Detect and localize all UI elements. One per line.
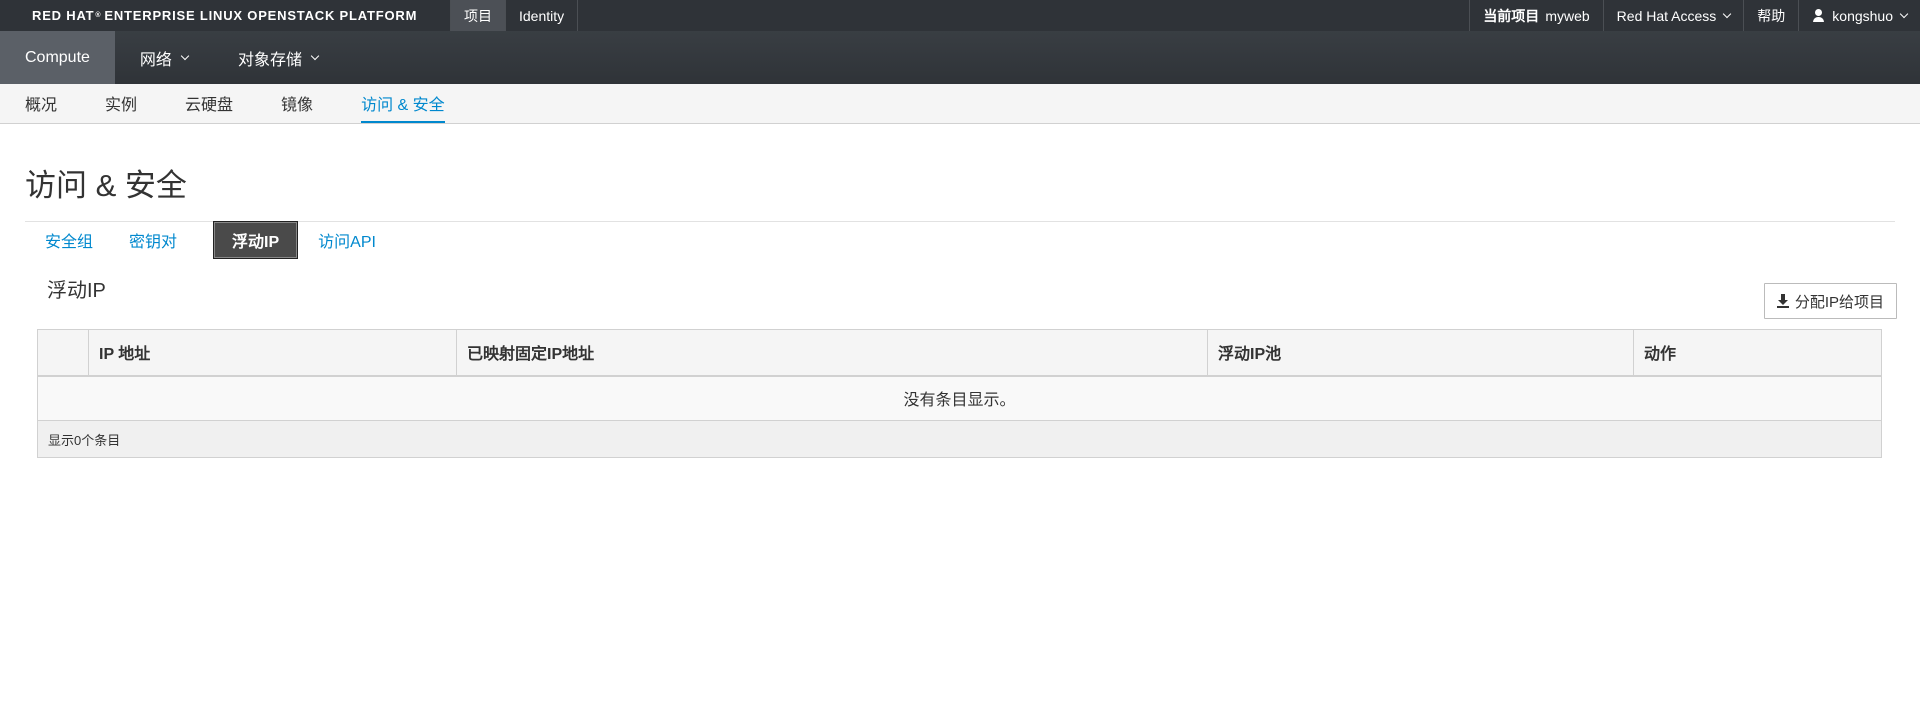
subnav-images-label: 镜像 <box>281 96 314 114</box>
nav-compute[interactable]: Compute <box>0 31 115 84</box>
subnav-instances-label: 实例 <box>105 96 138 114</box>
current-project-prefix: 当前项目 <box>1483 7 1540 24</box>
top-nav-project[interactable]: 项目 <box>450 0 505 31</box>
nav-object-store[interactable]: 对象存储 <box>213 31 343 84</box>
top-bar: RED HAT ® ENTERPRISE LINUX OPENSTACK PLAT… <box>0 0 1920 31</box>
brand-product: ENTERPRISE LINUX OPENSTACK PLATFORM <box>104 8 418 23</box>
allocate-ip-button[interactable]: 分配IP给项目 <box>1763 283 1897 319</box>
brand-logo[interactable]: RED HAT ® ENTERPRISE LINUX OPENSTACK PLAT… <box>0 0 450 31</box>
table-footer-row: 显示0个条目 <box>37 420 1882 458</box>
red-hat-access-dropdown[interactable]: Red Hat Access <box>1602 0 1744 31</box>
page-content: 访问 & 安全 安全组 密钥对 浮动IP 访问API 浮动IP 分配IP给项目 … <box>0 162 1920 458</box>
column-actions: 动作 <box>1633 329 1882 377</box>
chevron-down-icon <box>1899 9 1909 18</box>
section-title: 浮动IP <box>47 280 106 302</box>
nav-compute-label: Compute <box>25 48 90 66</box>
user-menu[interactable]: kongshuo <box>1798 0 1920 31</box>
nav-object-store-label: 对象存储 <box>237 51 302 69</box>
tab-key-pairs[interactable]: 密钥对 <box>129 228 193 252</box>
help-label: 帮助 <box>1757 7 1786 24</box>
user-name: kongshuo <box>1832 7 1893 24</box>
top-bar-spacer <box>578 0 1469 31</box>
nav-network-label: 网络 <box>139 51 172 69</box>
chevron-down-icon <box>310 51 320 60</box>
column-ip-address[interactable]: IP 地址 <box>88 329 457 377</box>
tab-security-groups[interactable]: 安全组 <box>45 228 109 252</box>
subnav-overview[interactable]: 概况 <box>25 84 57 123</box>
brand-registered-mark: ® <box>95 12 102 19</box>
chevron-down-icon <box>1723 9 1732 18</box>
floating-ip-header: 浮动IP 分配IP给项目 <box>47 266 1897 319</box>
top-nav: 项目 Identity <box>450 0 579 31</box>
table-header-row: IP 地址 已映射固定IP地址 浮动IP池 动作 <box>37 329 1882 377</box>
floating-ip-table: IP 地址 已映射固定IP地址 浮动IP池 动作 没有条目显示。 显示0个条目 <box>37 329 1882 458</box>
tab-floating-ips[interactable]: 浮动IP <box>213 221 299 259</box>
subnav-volumes[interactable]: 云硬盘 <box>185 84 233 123</box>
table-empty-row: 没有条目显示。 <box>37 375 1882 421</box>
empty-message: 没有条目显示。 <box>37 375 1882 421</box>
brand-name: RED HAT <box>32 8 95 23</box>
nav-network[interactable]: 网络 <box>115 31 213 84</box>
subnav-access-security-label: 访问 & 安全 <box>361 96 445 114</box>
table-item-count: 显示0个条目 <box>37 420 1882 458</box>
subnav-images[interactable]: 镜像 <box>281 84 313 123</box>
help-link[interactable]: 帮助 <box>1743 0 1798 31</box>
primary-nav: Compute 网络 对象存储 <box>0 31 1920 84</box>
download-icon <box>1776 294 1789 308</box>
top-nav-identity[interactable]: Identity <box>505 0 577 31</box>
top-nav-project-label: 项目 <box>464 7 492 24</box>
chevron-down-icon <box>180 51 190 60</box>
select-column-header[interactable] <box>37 329 89 377</box>
column-floating-ip-pool[interactable]: 浮动IP池 <box>1207 329 1634 377</box>
current-project-name: myweb <box>1545 7 1590 24</box>
top-nav-identity-label: Identity <box>519 7 565 24</box>
allocate-ip-button-label: 分配IP给项目 <box>1794 293 1884 311</box>
column-mapped-fixed-ip[interactable]: 已映射固定IP地址 <box>456 329 1208 377</box>
subnav-overview-label: 概况 <box>25 96 58 114</box>
content-tabs: 安全组 密钥对 浮动IP 访问API <box>45 221 1895 259</box>
current-project-dropdown[interactable]: 当前项目 myweb <box>1469 0 1602 31</box>
utility-nav: 当前项目 myweb Red Hat Access 帮助 kongshuo <box>1469 0 1920 31</box>
tab-api-access[interactable]: 访问API <box>318 228 392 252</box>
user-icon <box>1812 8 1826 23</box>
subnav-access-security[interactable]: 访问 & 安全 <box>361 84 445 123</box>
secondary-nav: 概况 实例 云硬盘 镜像 访问 & 安全 <box>0 84 1920 124</box>
subnav-instances[interactable]: 实例 <box>105 84 137 123</box>
subnav-volumes-label: 云硬盘 <box>185 96 234 114</box>
page-title: 访问 & 安全 <box>25 168 187 203</box>
red-hat-access-label: Red Hat Access <box>1616 7 1717 24</box>
